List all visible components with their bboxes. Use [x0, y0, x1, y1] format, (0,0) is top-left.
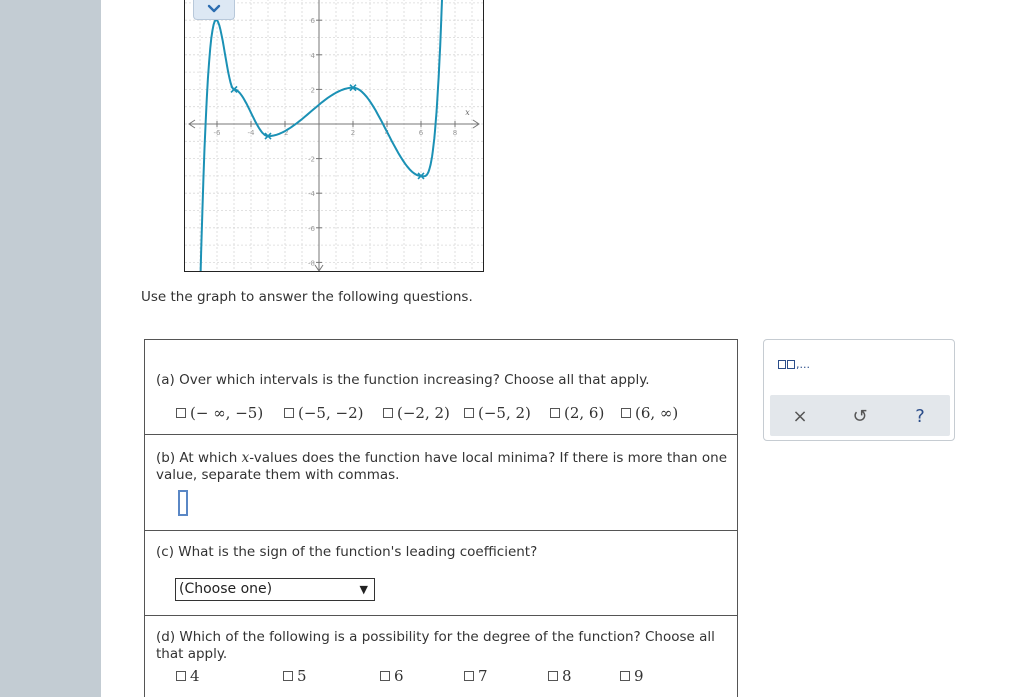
option-label: 9 — [634, 667, 644, 685]
question-d-text: (d) Which of the following is a possibil… — [156, 629, 715, 662]
question-a-box: (a) Over which intervals is the function… — [144, 339, 738, 435]
degree-option[interactable]: 8 — [548, 667, 572, 685]
checkbox[interactable] — [550, 408, 560, 418]
x-tick-label: 6 — [419, 129, 424, 137]
checkbox[interactable] — [383, 408, 393, 418]
checkbox[interactable] — [548, 671, 558, 681]
question-b-pre: (b) At which — [156, 450, 242, 466]
x-tick-label: -4 — [248, 129, 256, 137]
degree-option[interactable]: 5 — [283, 667, 307, 685]
toolbox-actions: × ↺ ? — [770, 395, 950, 436]
checkbox[interactable] — [464, 408, 474, 418]
interval-option[interactable]: (−2, 2) — [383, 404, 450, 422]
box-icon — [787, 360, 795, 369]
question-b-text: (b) At which x-values does the function … — [156, 450, 731, 484]
function-graph: -6 -4 -2 2 4 6 8 6 4 2 -2 -4 -6 -8 x — [184, 0, 484, 272]
question-b-box: (b) At which x-values does the function … — [144, 434, 738, 531]
dropdown-arrow-icon: ▼ — [359, 583, 368, 596]
leading-coefficient-select[interactable]: (Choose one) ▼ — [175, 578, 375, 601]
option-label: (2, 6) — [564, 404, 605, 422]
interval-option[interactable]: (− ∞, −5) — [176, 404, 263, 422]
interval-option[interactable]: (6, ∞) — [621, 404, 678, 422]
interval-option[interactable]: (−5, 2) — [464, 404, 531, 422]
degree-option[interactable]: 6 — [380, 667, 404, 685]
collapse-graph-button[interactable] — [193, 0, 235, 20]
option-label: (−2, 2) — [397, 404, 450, 422]
checkbox[interactable] — [176, 671, 186, 681]
option-label: 4 — [190, 667, 200, 685]
close-icon: × — [792, 405, 808, 427]
help-icon: ? — [915, 405, 925, 427]
instruction-text: Use the graph to answer the following qu… — [141, 289, 473, 305]
answer-format-button[interactable]: ,... — [778, 358, 810, 371]
undo-icon: ↺ — [852, 405, 868, 427]
y-tick-label: -4 — [308, 190, 316, 198]
graph-canvas: -6 -4 -2 2 4 6 8642-2-4-6-8x — [185, 0, 483, 271]
option-label: 7 — [478, 667, 488, 685]
degree-option[interactable]: 7 — [464, 667, 488, 685]
x-tick-label: 8 — [453, 129, 457, 137]
y-tick-label: -2 — [308, 156, 315, 164]
y-tick-label: 6 — [311, 17, 316, 25]
checkbox[interactable] — [284, 408, 294, 418]
help-button[interactable]: ? — [905, 401, 935, 431]
option-label: 8 — [562, 667, 572, 685]
x-axis-label: x — [465, 108, 470, 117]
x-tick-label: -6 — [214, 129, 222, 137]
checkbox[interactable] — [620, 671, 630, 681]
answer-toolbox: ,... × ↺ ? — [763, 339, 955, 441]
select-value: (Choose one) — [179, 581, 273, 597]
question-a-text: (a) Over which intervals is the function… — [156, 372, 650, 388]
x-tick-label: 2 — [351, 129, 355, 137]
interval-option[interactable]: (2, 6) — [550, 404, 604, 422]
box-icon — [778, 360, 786, 369]
degree-option[interactable]: 9 — [620, 667, 644, 685]
checkbox[interactable] — [380, 671, 390, 681]
y-tick-label: -6 — [308, 225, 316, 233]
option-label: (6, ∞) — [635, 404, 679, 422]
checkbox[interactable] — [283, 671, 293, 681]
question-c-text: (c) What is the sign of the function's l… — [156, 544, 538, 560]
undo-button[interactable]: ↺ — [845, 401, 875, 431]
question-d-box: (d) Which of the following is a possibil… — [144, 615, 738, 697]
option-label: 5 — [297, 667, 307, 685]
clear-button[interactable]: × — [785, 401, 815, 431]
option-label: (− ∞, −5) — [190, 404, 264, 422]
option-label: (−5, −2) — [298, 404, 364, 422]
checkbox[interactable] — [176, 408, 186, 418]
y-tick-label: 2 — [311, 86, 315, 94]
left-sidebar — [0, 0, 101, 697]
format-suffix: ,... — [796, 358, 810, 371]
y-tick-label: 4 — [311, 52, 316, 60]
interval-option[interactable]: (−5, −2) — [284, 404, 363, 422]
option-label: (−5, 2) — [478, 404, 531, 422]
minima-answer-input[interactable] — [178, 490, 188, 516]
checkbox[interactable] — [621, 408, 631, 418]
chevron-down-icon — [207, 4, 221, 12]
function-curve — [199, 0, 444, 271]
degree-option[interactable]: 4 — [176, 667, 200, 685]
y-tick-label: -8 — [308, 259, 315, 267]
option-label: 6 — [394, 667, 404, 685]
checkbox[interactable] — [464, 671, 474, 681]
question-c-box: (c) What is the sign of the function's l… — [144, 530, 738, 616]
